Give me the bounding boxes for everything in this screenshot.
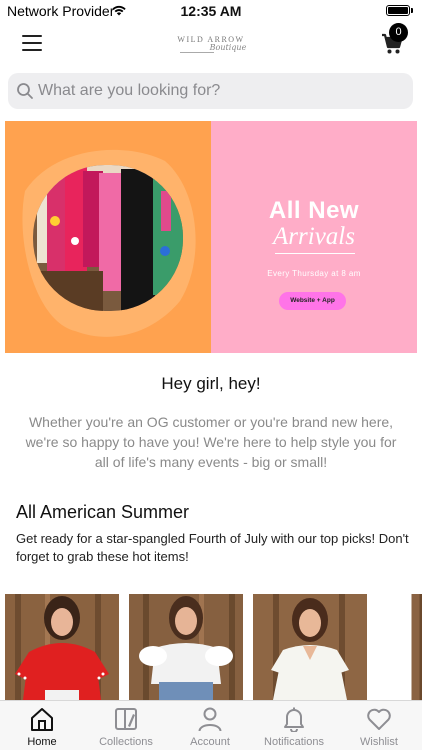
clock: 12:35 AM <box>180 3 242 19</box>
tab-collections-label: Collections <box>99 736 153 748</box>
welcome-title: Hey girl, hey! <box>161 374 261 393</box>
battery-icon <box>386 5 410 16</box>
tab-collections[interactable]: Collections <box>84 701 168 750</box>
status-bar: Network Provider 12:35 AM <box>0 0 422 22</box>
tab-wishlist[interactable]: Wishlist <box>336 701 422 750</box>
product-carousel[interactable] <box>5 594 422 700</box>
logo-divider <box>180 52 214 53</box>
search-bar[interactable] <box>8 73 413 109</box>
section-description: Get ready for a star-spangled Fourth of … <box>16 531 409 564</box>
tab-home[interactable]: Home <box>0 701 84 750</box>
home-icon <box>31 708 53 731</box>
bell-icon <box>284 707 304 732</box>
new-arrivals-banner[interactable]: All New Arrivals Every Thursday at 8 am … <box>5 121 417 353</box>
white-ruffle-top-product[interactable] <box>129 594 243 700</box>
bottom-tab-bar: Home Collections Account Notifications W… <box>0 700 422 750</box>
tab-wishlist-label: Wishlist <box>360 736 398 748</box>
brand-logo[interactable]: WILD ARROW Boutique <box>170 30 252 58</box>
tab-account[interactable]: Account <box>168 701 252 750</box>
cart-count-badge: 0 <box>389 23 408 42</box>
logo-script: Boutique <box>209 43 247 52</box>
banner-script-title: Arrivals <box>273 223 355 250</box>
white-dress-product[interactable] <box>253 594 367 700</box>
welcome-text: Whether you're an OG customer or you're … <box>25 414 397 470</box>
tab-account-label: Account <box>190 736 230 748</box>
blue-top-product[interactable] <box>377 594 422 700</box>
red-top-product[interactable] <box>5 594 119 700</box>
banner-subtext: Every Thursday at 8 am <box>267 269 361 278</box>
tab-notifications[interactable]: Notifications <box>252 701 336 750</box>
search-icon <box>17 83 33 99</box>
battery-tip <box>411 8 413 13</box>
heart-icon <box>367 708 391 730</box>
tab-home-label: Home <box>27 736 57 748</box>
banner-cta-button[interactable]: Website + App <box>279 292 346 310</box>
collections-icon <box>115 708 137 730</box>
clothing-rack-photo <box>22 149 196 337</box>
search-input[interactable] <box>38 73 403 109</box>
app-header: WILD ARROW Boutique 0 <box>0 22 422 66</box>
account-icon <box>198 707 222 732</box>
banner-headline: All New <box>268 197 360 224</box>
section-title: All American Summer <box>16 502 190 522</box>
menu-icon[interactable] <box>22 35 42 51</box>
tab-notifications-label: Notifications <box>264 736 324 748</box>
banner-underline <box>275 253 355 254</box>
